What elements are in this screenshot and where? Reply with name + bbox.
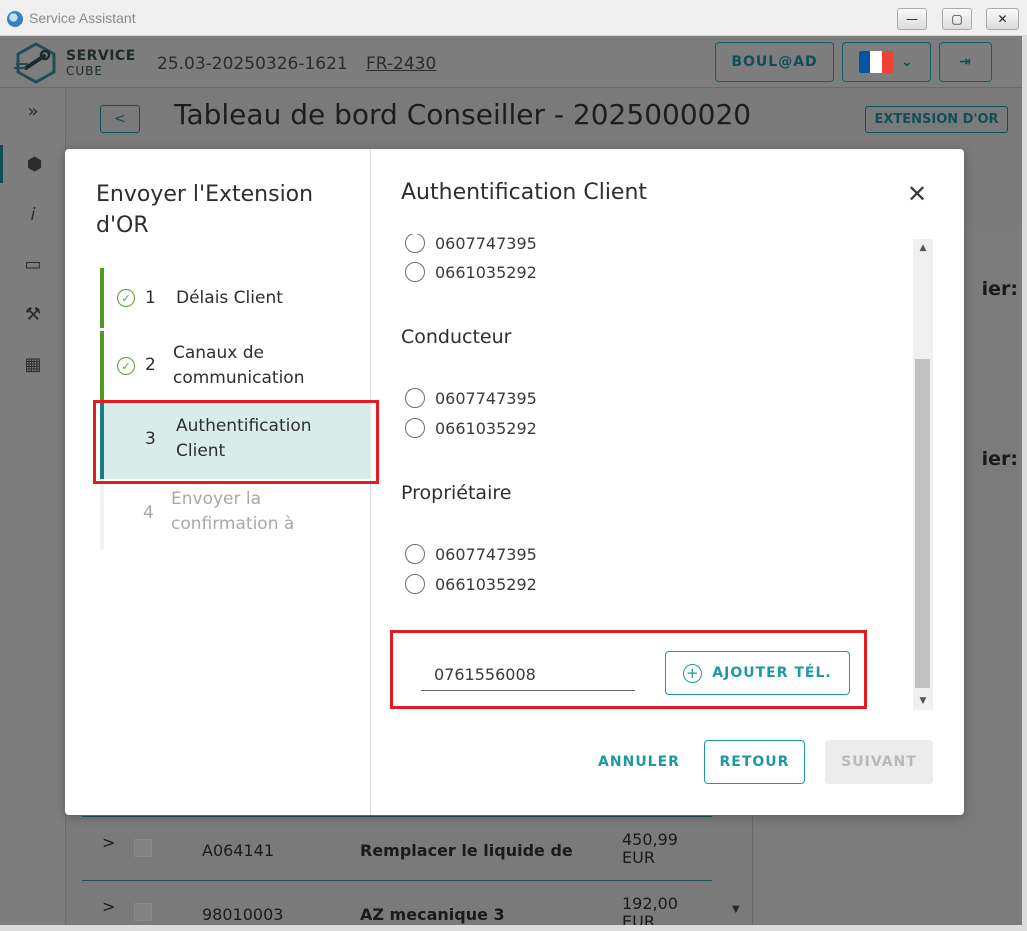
close-icon[interactable]: ✕	[907, 182, 927, 206]
row-code: 98010003	[202, 905, 284, 924]
window-titlebar: Service Assistant — ▢ ✕	[0, 0, 1027, 36]
dialog-heading: Envoyer l'Extension d'OR	[96, 182, 314, 238]
cube-icon[interactable]: ⬢	[0, 145, 66, 183]
order-link[interactable]: FR-2430	[366, 54, 436, 74]
radio-button[interactable]	[405, 544, 425, 564]
radio-button[interactable]	[405, 234, 425, 253]
sidebar: » ⬢ 𝑖 ▭ ⚒ ▦	[0, 88, 66, 925]
highlight-box	[93, 400, 379, 484]
france-flag-icon	[859, 51, 894, 73]
phone-number: 0661035292	[435, 418, 537, 438]
panel-title: Authentification Client	[401, 180, 648, 205]
radio-button[interactable]	[405, 388, 425, 408]
table-row[interactable]: > A064141 Remplacer le liquide de 450,99…	[82, 816, 712, 870]
info-icon[interactable]: 𝑖	[0, 195, 66, 233]
page-back-button[interactable]: <	[100, 105, 140, 133]
phone-number: 0661035292	[435, 262, 537, 282]
phone-option[interactable]: 0661035292	[405, 572, 537, 596]
step-label: Canaux de communication	[173, 343, 305, 388]
phone-list-scrollbar[interactable]: ▲ ▼	[913, 239, 933, 710]
cancel-button[interactable]: ANNULER	[584, 740, 694, 784]
maximize-button[interactable]: ▢	[942, 8, 972, 30]
row-description: Remplacer le liquide de	[360, 841, 573, 860]
chevron-right-icon[interactable]: >	[102, 833, 115, 852]
order-reference: 25.03-20250326-1621	[157, 54, 348, 74]
app-icon	[7, 11, 23, 27]
send-extension-dialog: Envoyer l'Extension d'OR ✓ 1 Délais Clie…	[65, 149, 964, 815]
table-row[interactable]: > 98010003 AZ mecanique 3 192,00 EUR	[82, 880, 712, 925]
logo-text-service: SERVICE	[66, 48, 136, 64]
right-panel-label: ier:	[981, 448, 1018, 470]
step-1[interactable]: ✓ 1 Délais Client	[100, 268, 371, 328]
check-circle-icon: ✓	[117, 357, 135, 375]
close-window-button[interactable]: ✕	[986, 8, 1019, 30]
scroll-thumb[interactable]	[915, 359, 930, 688]
window-frame-bottom	[0, 925, 1027, 931]
logout-button[interactable]: ⇥	[939, 42, 992, 82]
radio-button[interactable]	[405, 262, 425, 282]
step-number: 4	[143, 503, 154, 523]
chevron-right-icon[interactable]: >	[102, 897, 115, 916]
operations-table: > A064141 Remplacer le liquide de 450,99…	[82, 816, 712, 925]
page-title: Tableau de bord Conseiller - 2025000020	[174, 98, 752, 131]
row-code: A064141	[202, 841, 275, 860]
step-bar	[100, 268, 104, 328]
phone-number: 0607747395	[435, 388, 537, 408]
window-title: Service Assistant	[29, 10, 136, 26]
phone-option[interactable]: 0607747395	[405, 234, 537, 255]
chevron-down-icon: ⌄	[901, 54, 914, 70]
step-2[interactable]: ✓ 2 Canaux de communication	[100, 331, 371, 401]
next-button[interactable]: SUIVANT	[825, 740, 933, 784]
phone-number: 0661035292	[435, 574, 537, 594]
step-bar	[100, 331, 104, 401]
language-selector[interactable]: ⌄	[842, 42, 931, 82]
radio-button[interactable]	[405, 574, 425, 594]
logo-hex-icon	[14, 42, 56, 84]
briefcase-icon[interactable]: ▭	[0, 245, 66, 283]
sidebar-expand-button[interactable]: »	[0, 92, 66, 130]
row-description: AZ mecanique 3	[360, 905, 505, 924]
group-label-conducteur: Conducteur	[401, 326, 512, 348]
step-bar	[100, 479, 104, 549]
step-number: 2	[145, 355, 156, 375]
phone-number: 0607747395	[435, 544, 537, 564]
highlight-box	[390, 630, 867, 709]
app-header: SERVICE CUBE 25.03-20250326-1621 FR-2430…	[0, 36, 1022, 88]
right-panel-label: ier:	[981, 278, 1018, 300]
row-checkbox[interactable]	[134, 839, 152, 857]
step-4: 4 Envoyer la confirmation à	[100, 479, 371, 549]
phone-option[interactable]: 0607747395	[405, 386, 537, 410]
check-circle-icon: ✓	[117, 289, 135, 307]
logo-text-cube: CUBE	[66, 64, 103, 78]
window-frame-right	[1022, 36, 1027, 931]
extension-or-button[interactable]: EXTENSION D'OR	[865, 106, 1008, 133]
step-number: 1	[145, 288, 156, 308]
group-label-proprietaire: Propriétaire	[401, 482, 512, 504]
phone-number: 0607747395	[435, 234, 537, 253]
wrench-icon[interactable]: ⚒	[0, 295, 66, 333]
scroll-down-arrow[interactable]: ▼	[913, 696, 933, 706]
scroll-up-arrow[interactable]: ▲	[913, 243, 933, 253]
minimize-button[interactable]: —	[897, 8, 927, 30]
image-icon[interactable]: ▦	[0, 345, 66, 383]
row-price: 192,00 EUR	[622, 894, 678, 926]
user-button[interactable]: BOUL@AD	[715, 42, 834, 82]
page-scroll-down-arrow[interactable]: ▼	[732, 904, 740, 915]
phone-option[interactable]: 0607747395	[405, 542, 537, 566]
phone-option[interactable]: 0661035292	[405, 416, 537, 440]
back-button[interactable]: RETOUR	[704, 740, 805, 784]
step-label: Envoyer la confirmation à	[171, 489, 295, 534]
step-label: Délais Client	[176, 288, 283, 308]
row-price: 450,99 EUR	[622, 830, 678, 867]
row-checkbox[interactable]	[134, 903, 152, 921]
radio-button[interactable]	[405, 418, 425, 438]
service-cube-logo: SERVICE CUBE	[14, 40, 135, 86]
phone-option[interactable]: 0661035292	[405, 260, 537, 284]
logout-icon: ⇥	[959, 54, 972, 70]
